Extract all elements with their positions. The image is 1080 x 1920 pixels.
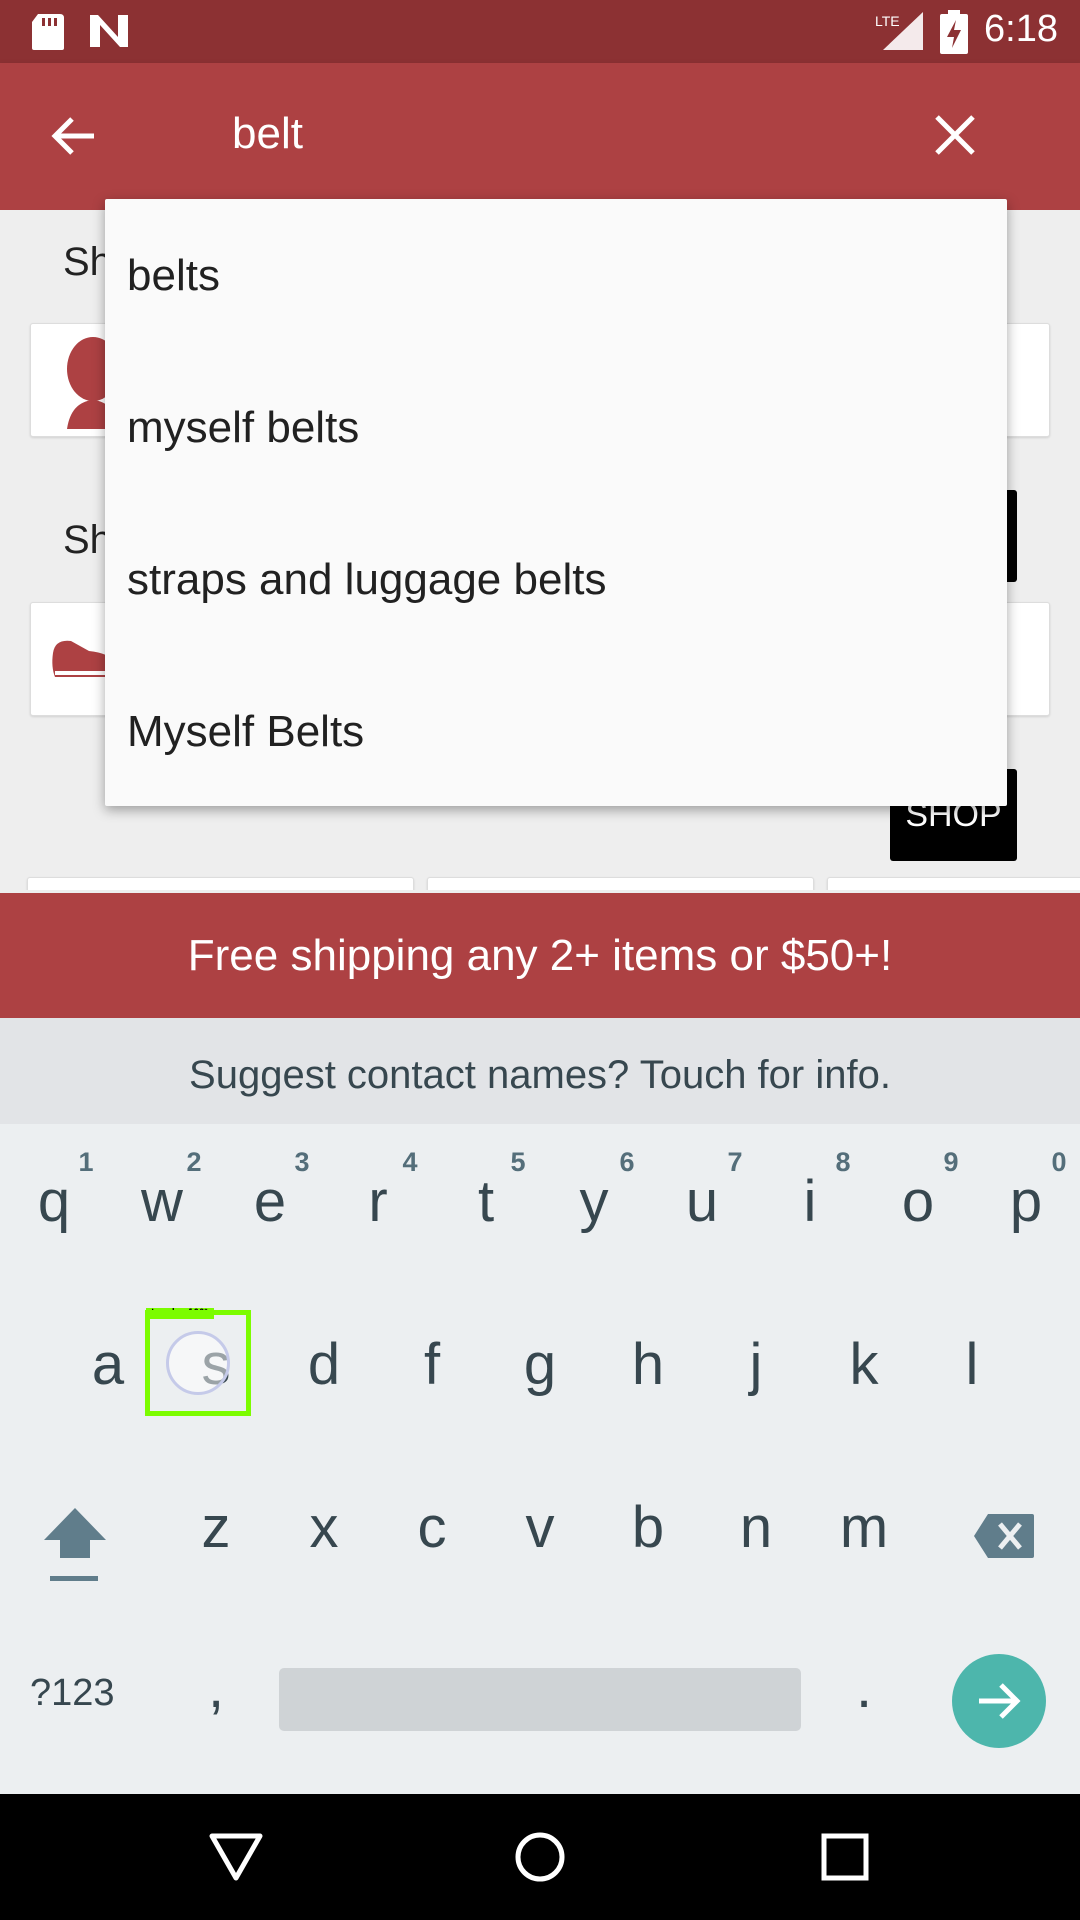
shift-icon[interactable] — [42, 1506, 108, 1590]
key-e[interactable]: e — [220, 1168, 320, 1235]
suggestion-item[interactable]: Myself Belts — [127, 707, 364, 757]
key-a[interactable]: a — [58, 1331, 158, 1398]
clock: 6:18 — [984, 8, 1058, 50]
n-notification-icon — [90, 15, 128, 47]
suggestion-item[interactable]: belts — [127, 251, 220, 301]
back-triangle-icon[interactable] — [208, 1832, 264, 1882]
key-p[interactable]: p — [976, 1168, 1076, 1235]
key-c[interactable]: c — [382, 1494, 482, 1561]
search-suggestions-dropdown: belts myself belts straps and luggage be… — [105, 199, 1007, 806]
key-b[interactable]: b — [598, 1494, 698, 1561]
product-card[interactable] — [827, 877, 1080, 890]
key-o[interactable]: o — [868, 1168, 968, 1235]
touch-circle — [166, 1331, 230, 1395]
symbols-key[interactable]: ?123 — [30, 1672, 115, 1715]
svg-text:LTE: LTE — [875, 13, 900, 29]
search-input[interactable]: belt — [232, 109, 303, 159]
key-j[interactable]: j — [706, 1331, 806, 1398]
backspace-icon[interactable] — [972, 1512, 1036, 1560]
comma-key[interactable]: , — [166, 1654, 266, 1721]
go-button[interactable] — [952, 1654, 1046, 1748]
key-r[interactable]: r — [328, 1168, 428, 1235]
key-d[interactable]: d — [274, 1331, 374, 1398]
free-shipping-banner[interactable]: Free shipping any 2+ items or $50+! — [0, 893, 1080, 1018]
key-z[interactable]: z — [166, 1494, 266, 1561]
home-circle-icon[interactable] — [514, 1831, 566, 1883]
key-h[interactable]: h — [598, 1331, 698, 1398]
soft-keyboard: 1 2 3 4 5 6 7 8 9 0 q w e r t y u i o p … — [0, 1124, 1080, 1794]
key-k[interactable]: k — [814, 1331, 914, 1398]
back-arrow-icon[interactable] — [48, 111, 98, 161]
keyboard-suggestion-strip[interactable]: Suggest contact names? Touch for info. — [0, 1018, 1080, 1124]
battery-charging-icon — [940, 10, 968, 54]
period-key[interactable]: . — [814, 1654, 914, 1721]
arrow-right-icon — [979, 1683, 1021, 1719]
clear-search-icon[interactable] — [934, 114, 976, 156]
key-n[interactable]: n — [706, 1494, 806, 1561]
product-card[interactable] — [27, 877, 414, 890]
key-g[interactable]: g — [490, 1331, 590, 1398]
key-t[interactable]: t — [436, 1168, 536, 1235]
key-q[interactable]: q — [4, 1168, 104, 1235]
lte-signal-icon: LTE — [875, 12, 923, 50]
status-bar: LTE 6:18 — [0, 0, 1080, 63]
touch-indicator-box — [145, 1310, 251, 1416]
spacebar[interactable] — [279, 1668, 801, 1731]
key-i[interactable]: i — [760, 1168, 860, 1235]
key-l[interactable]: l — [922, 1331, 1022, 1398]
recents-square-icon[interactable] — [820, 1832, 870, 1882]
key-x[interactable]: x — [274, 1494, 374, 1561]
key-m[interactable]: m — [814, 1494, 914, 1561]
key-u[interactable]: u — [652, 1168, 752, 1235]
key-w[interactable]: w — [112, 1168, 212, 1235]
navigation-bar — [0, 1794, 1080, 1920]
key-y[interactable]: y — [544, 1168, 644, 1235]
search-app-bar: belt — [0, 63, 1080, 210]
key-v[interactable]: v — [490, 1494, 590, 1561]
sd-card-icon — [32, 14, 64, 50]
product-card[interactable] — [427, 877, 814, 890]
suggestion-item[interactable]: straps and luggage belts — [127, 555, 606, 605]
suggestion-item[interactable]: myself belts — [127, 403, 359, 453]
key-f[interactable]: f — [382, 1331, 482, 1398]
